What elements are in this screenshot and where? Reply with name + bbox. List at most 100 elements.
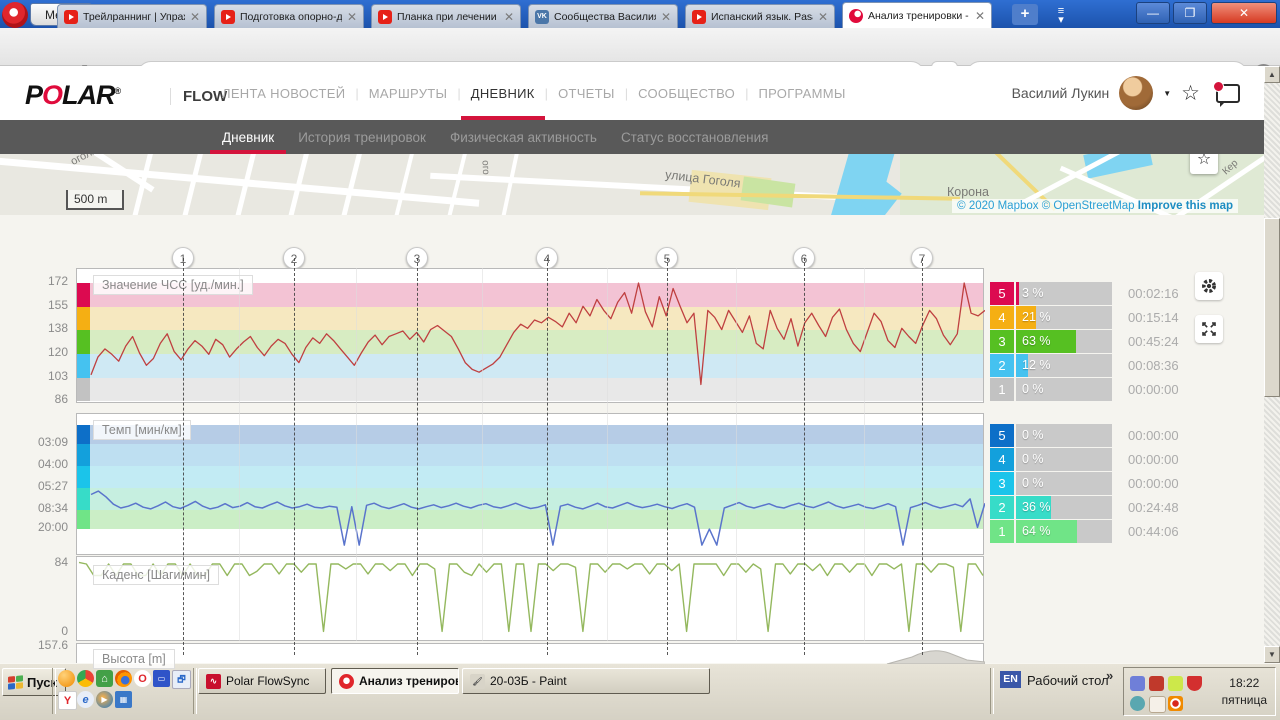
scroll-thumb[interactable] [1264,218,1280,397]
browser-tab[interactable]: Планка при лечении по ✕ [371,4,521,28]
browser-tab[interactable]: VKСообщества Василия Л✕ [528,4,678,28]
subnav-item-2[interactable]: История тренировок [298,122,426,153]
page-scrollbar[interactable]: ▲ ▼ [1264,66,1280,663]
nav-item-3[interactable]: ДНЕВНИК [471,67,535,120]
tab-close-icon[interactable]: ✕ [347,10,357,24]
zone-percent: 21 % [1022,306,1051,329]
taskbar-separator [193,668,197,714]
camera-tray-icon[interactable] [1130,696,1145,711]
user-name[interactable]: Василий Лукин [1012,85,1110,101]
youtube-favicon [64,10,78,24]
subnav-item-3[interactable]: Физическая активность [450,122,597,153]
zone-time: 00:08:36 [1128,354,1179,377]
zone-row-4: 40 %00:00:00 [990,448,1179,471]
windows-logo-icon [8,675,23,690]
map-favorite-star-button[interactable]: ☆ [1190,154,1218,174]
altitude-chart[interactable]: Высота [m] [76,643,984,663]
km-marker-4: 4 [536,247,558,269]
ie-quicklaunch-icon[interactable]: e [77,691,94,708]
tab-close-icon[interactable]: ✕ [504,10,514,24]
cadence-chart[interactable]: Каденс [Шаги/мин] [76,556,984,641]
hr-chart[interactable]: Значение ЧСС [уд./мин.] [76,268,984,403]
zone-percent: 0 % [1022,472,1044,495]
taskbar-button-flowsync[interactable]: ∿Polar FlowSync [198,668,326,694]
browser-toolbar: ← → ↻ flow.polar.com/training/analysis/4… [0,28,1280,66]
y-tick: 84 [16,555,68,569]
scroll-down-button[interactable]: ▼ [1264,646,1280,663]
window-maximize-button[interactable]: ❐ [1173,2,1207,24]
window-minimize-button[interactable]: — [1136,2,1170,24]
user-menu-caret-icon[interactable]: ▼ [1163,89,1171,98]
start-button[interactable]: Пуск [2,668,66,696]
book-tray-icon[interactable] [1149,696,1166,713]
map-street-label: ого [480,160,492,175]
zone-bar: 0 % [1016,378,1112,401]
browser-tab[interactable]: Испанский язык. Pasad✕ [685,4,835,28]
wmp-quicklaunch-icon[interactable]: ▶ [96,691,113,708]
zone-time: 00:00:00 [1128,472,1179,495]
home-quicklaunch-icon[interactable]: ⌂ [96,670,113,687]
nav-item-2[interactable]: МАРШРУТЫ [369,67,448,120]
notifications-icon[interactable] [1216,84,1240,103]
nav-item-5[interactable]: СООБЩЕСТВО [638,67,735,120]
zone-number: 5 [990,424,1014,447]
avatar[interactable] [1119,76,1153,110]
cadence-chart-label: Каденс [Шаги/мин] [93,565,219,585]
taskbar-chevron[interactable]: » [1106,668,1113,683]
y-tick: 103 [16,369,68,383]
polar-logo[interactable]: POLAR® [25,80,120,111]
tab-close-icon[interactable]: ✕ [190,10,200,24]
taskbar-button-paint[interactable]: 🖌20-03Б - Paint [462,668,710,694]
tab-menu-button[interactable]: ≡▾ [1046,4,1076,25]
taskbar: Пуск ⌂ O▭🗗 Ye▶▦ ∿Polar FlowSyncАнализ трен… [0,663,1280,720]
tab-close-icon[interactable]: ✕ [661,10,671,24]
lime-file-tray-icon[interactable] [1168,676,1183,691]
route-map[interactable]: оголя ого улица Гоголя Корона Кер 500 m … [0,154,1264,215]
target-orange-tray-icon[interactable] [1168,696,1183,711]
subnav-item-4[interactable]: Статус восстановления [621,122,769,153]
opera-logo-icon[interactable] [2,2,28,28]
polar-site-header: POLAR® FLOW ЛЕНТА НОВОСТЕЙ|МАРШРУТЫ|ДНЕВ… [0,66,1280,120]
pace-chart[interactable]: Темп [мин/км] [76,413,984,555]
nav-item-4[interactable]: ОТЧЕТЫ [558,67,615,120]
shield-red-tray-icon[interactable] [1187,676,1202,691]
spray-red-tray-icon[interactable] [1149,676,1164,691]
desktop-toolbar-label[interactable]: Рабочий стол [1027,673,1109,688]
altitude-area-series [77,644,985,664]
browser-tab[interactable]: Анализ тренировки - Po✕ [842,2,992,28]
browser-tab[interactable]: Трейлраннинг | Упражн✕ [57,4,207,28]
language-indicator[interactable]: EN [1000,671,1021,688]
app-blue-tray-icon[interactable] [1130,676,1145,691]
tab-title: Планка при лечении по [397,11,499,23]
clock-day: пятница [1222,692,1267,709]
tab-close-icon[interactable]: ✕ [818,10,828,24]
altitude-chart-label: Высота [m] [93,649,175,669]
opera-quicklaunch-icon[interactable]: O [134,670,151,687]
avast-quicklaunch-icon[interactable] [58,670,75,687]
nav-item-6[interactable]: ПРОГРАММЫ [758,67,845,120]
chart-fullscreen-button[interactable] [1195,315,1223,343]
nav-item-1[interactable]: ЛЕНТА НОВОСТЕЙ [222,67,345,120]
subnav-item-1[interactable]: Дневник [222,122,274,153]
floppy-quicklaunch-icon[interactable]: ▭ [153,670,170,687]
tab-close-icon[interactable]: ✕ [975,9,985,23]
zone-percent: 12 % [1022,354,1051,377]
zone-time: 00:00:00 [1128,448,1179,471]
chart-settings-button[interactable] [1195,272,1223,300]
firefox-quicklaunch-icon[interactable] [115,670,132,687]
favorites-star-icon[interactable]: ☆ [1181,81,1200,106]
taskbar-button-opera[interactable]: Анализ тренировки - ... [331,668,459,694]
moviemaker-quicklaunch-icon[interactable]: ▦ [115,691,132,708]
y-tick: 05:27 [16,479,68,493]
zone-time: 00:00:00 [1128,378,1179,401]
window-close-button[interactable]: ✕ [1211,2,1277,24]
new-tab-button[interactable]: + [1012,4,1038,25]
browser-tab[interactable]: Подготовка опорно-дв✕ [214,4,364,28]
improve-map-link[interactable]: Improve this map [1138,200,1233,212]
zone-percent: 0 % [1022,424,1044,447]
chrome-quicklaunch-icon[interactable] [77,670,94,687]
yandex-quicklaunch-icon[interactable]: Y [58,691,77,710]
zone-number: 5 [990,282,1014,305]
desktop-quicklaunch-icon[interactable]: 🗗 [172,670,191,689]
scroll-up-button[interactable]: ▲ [1264,66,1280,83]
